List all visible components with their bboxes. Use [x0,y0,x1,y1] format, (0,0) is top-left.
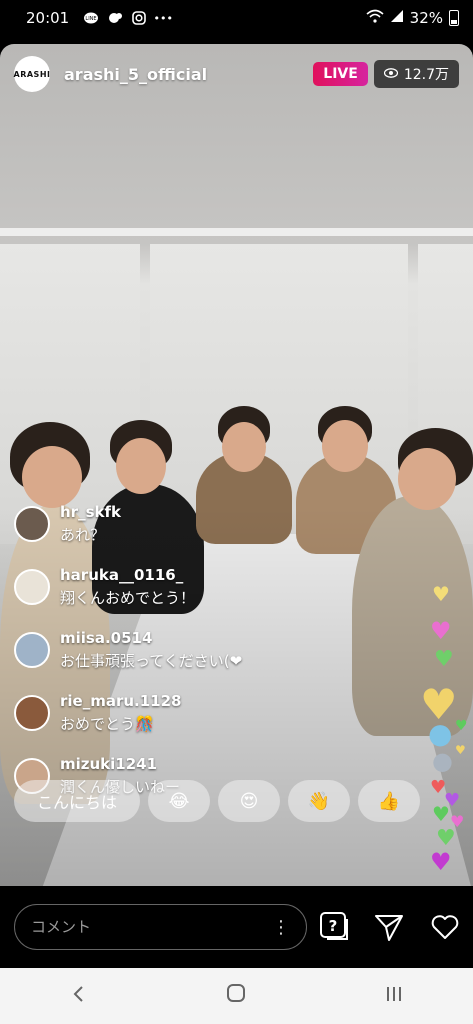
svg-text:?: ? [329,917,338,935]
instagram-notification-icon [131,11,147,25]
floating-heart-icon: ♥ [432,582,450,606]
floating-heart-icon: ♥ [455,718,468,734]
floating-heart-icon: ♥ [455,743,466,757]
comment-text: あれ？ [60,525,106,544]
recent-apps-icon[interactable] [364,982,424,1010]
question-box-icon[interactable]: ? [318,910,352,944]
host-avatar[interactable]: ARASHI [14,56,50,92]
live-badge: LIVE [313,62,368,86]
floating-heart-icon: ● [428,717,453,750]
eye-icon [383,66,398,82]
comment-feed: hr_skfk あれ？ haruka__0116_ 翔くんおめでとう！ miis… [14,492,344,807]
quick-reply-wave[interactable]: 👋 [288,780,350,822]
floating-heart-icon: ♥ [434,647,454,672]
comment-text: お仕事頑張ってください(❤ [60,651,243,670]
commenter-username[interactable]: haruka__0116_ [60,566,195,584]
floating-heart-icon: ♥ [436,826,456,851]
comment-item: miisa.0514 お仕事頑張ってください(❤ [14,618,344,681]
more-options-icon[interactable]: ⋮ [272,917,290,938]
battery-percent: 32% [409,9,443,27]
battery-icon [449,10,459,26]
commenter-username[interactable]: mizuki1241 [60,755,180,773]
comment-input[interactable] [31,918,271,936]
floating-heart-icon: ♥ [430,617,452,645]
live-header: ARASHI arashi_5_official LIVE 12.7万 [0,44,473,104]
person-head [322,420,368,472]
comment-item: hr_skfk あれ？ [14,492,344,555]
status-bar: 20:01 LINE ••• 32% [0,0,473,36]
signal-icon [390,9,404,27]
floating-heart-icon: ● [432,747,453,775]
commenter-avatar[interactable] [14,505,50,542]
quick-reply-thumbs-up[interactable]: 👍 [358,780,420,822]
comment-item: haruka__0116_ 翔くんおめでとう！ [14,555,344,618]
commenter-username[interactable]: rie_maru.1128 [60,692,182,710]
person-head [398,448,456,510]
comment-input-container[interactable]: ⋮ [14,904,307,950]
line-notification-icon: LINE [83,11,99,25]
send-icon[interactable] [372,910,406,944]
viewer-count: 12.7万 [403,67,449,83]
floating-heart-icon: ♥ [432,802,450,826]
home-icon[interactable] [206,982,266,1010]
live-video[interactable]: ARASHI arashi_5_official LIVE 12.7万 hr_s… [0,44,473,886]
commenter-avatar[interactable] [14,568,50,605]
comment-bar: ⋮ ? [0,886,473,968]
commenter-avatar[interactable] [14,631,50,668]
system-nav-bar [0,968,473,1024]
floating-heart-icon: ♥ [430,848,452,876]
person-head [222,422,266,472]
commenter-username[interactable]: hr_skfk [60,503,121,521]
quick-reply-hello[interactable]: こんにちは [14,780,140,822]
ceiling-edge [0,228,473,236]
chat-notification-icon [107,11,123,25]
commenter-username[interactable]: miisa.0514 [60,629,242,647]
quick-reply-laugh[interactable]: 😂 [148,780,210,822]
more-notifications-icon: ••• [153,11,173,25]
comment-text: おめでとう🎊 [60,714,154,733]
quick-replies: こんにちは 😂 😍 👋 👍 [14,780,420,822]
host-username[interactable]: arashi_5_official [64,65,207,84]
comment-text: 翔くんおめでとう！ [60,588,196,607]
status-time: 20:01 [26,9,70,27]
like-heart-icon[interactable] [428,910,462,944]
svg-text:LINE: LINE [86,16,97,22]
comment-item: rie_maru.1128 おめでとう🎊 [14,681,344,744]
viewer-count-badge[interactable]: 12.7万 [373,60,459,88]
back-icon[interactable] [49,982,109,1010]
quick-reply-heart-eyes[interactable]: 😍 [218,780,280,822]
wifi-icon [366,9,384,27]
commenter-avatar[interactable] [14,694,50,731]
person-head [116,438,166,494]
